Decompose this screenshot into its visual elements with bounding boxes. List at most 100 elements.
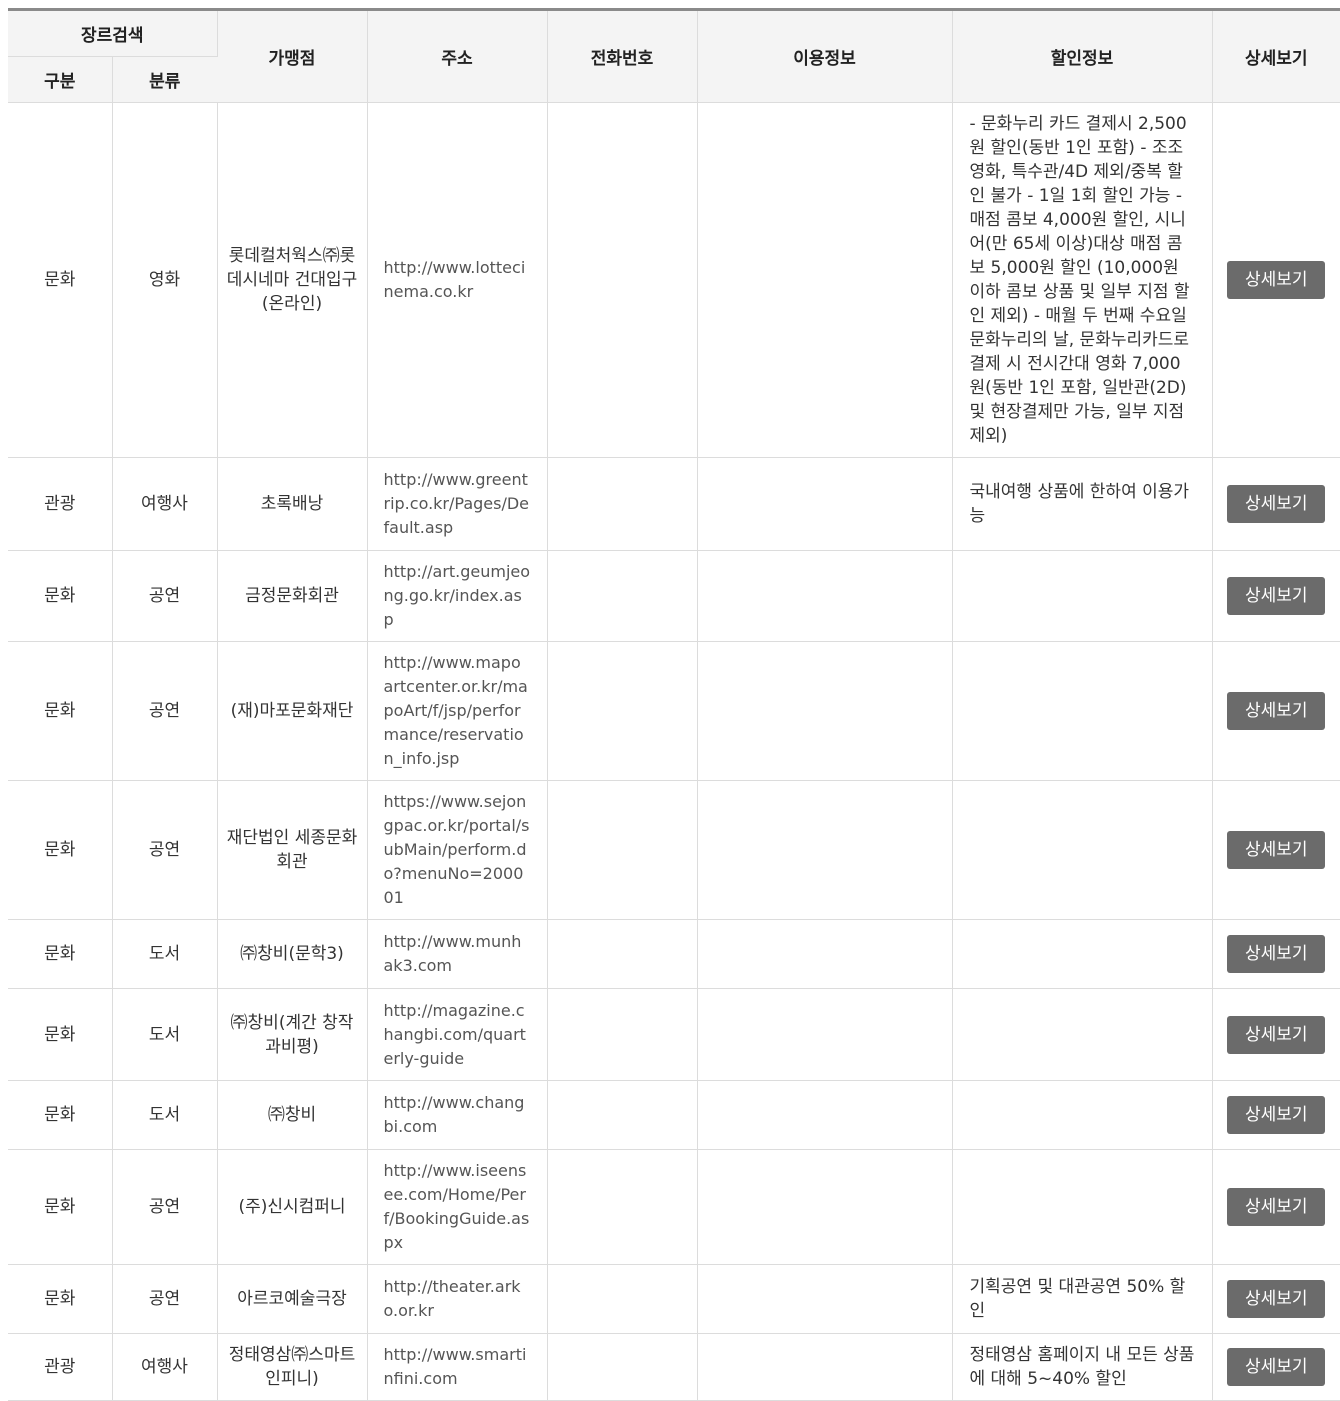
row-store-name: ㈜창비(문학3) xyxy=(217,919,368,989)
header-genre-search: 장르검색 xyxy=(8,9,218,57)
page-container: 장르검색 가맹점 주소 전화번호 이용정보 할인정보 상세보기 구분 분류 문화… xyxy=(0,0,1340,1401)
detail-button[interactable]: 상세보기 xyxy=(1227,1015,1326,1054)
row-usage-info xyxy=(697,102,953,458)
table-row: 문화 공연 금정문화회관 http://art.geumjeong.go.kr/ind… xyxy=(8,550,1340,642)
row-classification: 도서 xyxy=(112,1080,218,1150)
table-row: 관광 여행사 정태영삼㈜스마트인피니) http://www.smartinfini.… xyxy=(8,1333,1340,1401)
header-category: 구분 xyxy=(8,56,113,103)
row-category: 관광 xyxy=(8,457,113,551)
table-header: 장르검색 가맹점 주소 전화번호 이용정보 할인정보 상세보기 구분 분류 xyxy=(8,9,1340,103)
row-usage-info xyxy=(697,550,953,642)
row-discount-info: - 문화누리 카드 결제시 2,500원 할인(동반 1인 포함) - 조조영화… xyxy=(952,102,1213,458)
table-row: 관광 여행사 초록배낭 http://www.greentrip.co.kr/Page… xyxy=(8,457,1340,551)
row-detail-cell: 상세보기 xyxy=(1212,1264,1340,1334)
detail-button[interactable]: 상세보기 xyxy=(1227,1188,1326,1226)
row-store-name: ㈜창비(계간 창작과비평) xyxy=(217,988,368,1081)
row-detail-cell: 상세보기 xyxy=(1212,641,1340,781)
row-phone xyxy=(547,550,698,642)
header-discount-info: 할인정보 xyxy=(952,9,1213,103)
row-discount-info xyxy=(952,641,1213,781)
row-detail-cell: 상세보기 xyxy=(1212,988,1340,1081)
row-discount-info xyxy=(952,988,1213,1081)
row-classification: 공연 xyxy=(112,550,218,642)
row-phone xyxy=(547,1264,698,1334)
table-row: 문화 도서 ㈜창비(계간 창작과비평) http://magazine.changbi… xyxy=(8,988,1340,1081)
row-detail-cell: 상세보기 xyxy=(1212,780,1340,920)
row-detail-cell: 상세보기 xyxy=(1212,919,1340,989)
row-discount-info: 정태영삼 홈페이지 내 모든 상품에 대해 5~40% 할인 xyxy=(952,1333,1213,1401)
detail-button[interactable]: 상세보기 xyxy=(1227,485,1326,523)
row-phone xyxy=(547,780,698,920)
detail-button[interactable]: 상세보기 xyxy=(1227,1096,1326,1134)
row-detail-cell: 상세보기 xyxy=(1212,457,1340,551)
row-store-name: 롯데컬처웍스㈜롯데시네마 건대입구(온라인) xyxy=(217,102,368,458)
table-row: 문화 도서 ㈜창비 http://www.changbi.com 상세보기 xyxy=(8,1080,1340,1150)
row-classification: 공연 xyxy=(112,1264,218,1334)
row-phone xyxy=(547,457,698,551)
table-row: 문화 공연 아르코예술극장 http://theater.arko.or.kr 기획공연… xyxy=(8,1264,1340,1334)
row-phone xyxy=(547,919,698,989)
row-detail-cell: 상세보기 xyxy=(1212,102,1340,458)
row-category: 문화 xyxy=(8,1264,113,1334)
table-row: 문화 공연 재단법인 세종문화회관 https://www.sejongpac.or.… xyxy=(8,780,1340,920)
row-category: 문화 xyxy=(8,550,113,642)
header-detail: 상세보기 xyxy=(1212,9,1340,103)
row-address-url: http://theater.arko.or.kr xyxy=(367,1264,548,1334)
table-row: 문화 도서 ㈜창비(문학3) http://www.munhak3.com 상세보기 xyxy=(8,919,1340,989)
row-store-name: 재단법인 세종문화회관 xyxy=(217,780,368,920)
table-body: 문화 영화 롯데컬처웍스㈜롯데시네마 건대입구(온라인) http://www.lot… xyxy=(8,102,1340,1401)
header-classification: 분류 xyxy=(112,56,217,103)
row-usage-info xyxy=(697,1264,953,1334)
row-usage-info xyxy=(697,780,953,920)
row-store-name: 아르코예술극장 xyxy=(217,1264,368,1334)
row-usage-info xyxy=(697,1080,953,1150)
row-phone xyxy=(547,1080,698,1150)
detail-button[interactable]: 상세보기 xyxy=(1227,577,1326,615)
row-store-name: ㈜창비 xyxy=(217,1080,368,1150)
detail-button[interactable]: 상세보기 xyxy=(1227,1280,1326,1318)
row-discount-info xyxy=(952,1080,1213,1150)
row-discount-info: 국내여행 상품에 한하여 이용가능 xyxy=(952,457,1213,551)
row-classification: 공연 xyxy=(112,641,218,781)
detail-button[interactable]: 상세보기 xyxy=(1227,831,1326,869)
detail-button[interactable]: 상세보기 xyxy=(1227,261,1326,299)
header-address: 주소 xyxy=(367,9,548,103)
row-usage-info xyxy=(697,1149,953,1265)
row-classification: 영화 xyxy=(112,102,218,458)
row-address-url: http://www.iseensee.com/Home/Perf/Bookin… xyxy=(367,1149,548,1265)
detail-button[interactable]: 상세보기 xyxy=(1227,935,1326,973)
row-address-url: http://www.smartinfini.com xyxy=(367,1333,548,1401)
row-classification: 여행사 xyxy=(112,1333,218,1401)
row-category: 문화 xyxy=(8,102,113,458)
row-discount-info xyxy=(952,550,1213,642)
table-row: 문화 공연 (재)마포문화재단 http://www.mapoartcenter.or… xyxy=(8,641,1340,781)
row-usage-info xyxy=(697,457,953,551)
detail-button[interactable]: 상세보기 xyxy=(1227,1348,1326,1386)
row-classification: 여행사 xyxy=(112,457,218,551)
row-discount-info xyxy=(952,919,1213,989)
row-discount-info xyxy=(952,1149,1213,1265)
row-store-name: (재)마포문화재단 xyxy=(217,641,368,781)
row-classification: 도서 xyxy=(112,919,218,989)
row-category: 문화 xyxy=(8,1080,113,1150)
row-address-url: https://www.sejongpac.or.kr/portal/subMa… xyxy=(367,780,548,920)
row-classification: 공연 xyxy=(112,1149,218,1265)
row-usage-info xyxy=(697,988,953,1081)
row-address-url: http://www.changbi.com xyxy=(367,1080,548,1150)
row-detail-cell: 상세보기 xyxy=(1212,1080,1340,1150)
detail-button[interactable]: 상세보기 xyxy=(1227,692,1326,730)
header-store: 가맹점 xyxy=(217,9,368,103)
row-usage-info xyxy=(697,919,953,989)
row-address-url: http://art.geumjeong.go.kr/index.asp xyxy=(367,550,548,642)
row-address-url: http://www.greentrip.co.kr/Pages/Default… xyxy=(367,457,548,551)
row-phone xyxy=(547,988,698,1081)
row-discount-info xyxy=(952,780,1213,920)
table-row: 문화 공연 (주)신시컴퍼니 http://www.iseensee.com/Home… xyxy=(8,1149,1340,1265)
row-phone xyxy=(547,1149,698,1265)
header-usage-info: 이용정보 xyxy=(697,9,953,103)
row-store-name: 금정문화회관 xyxy=(217,550,368,642)
row-phone xyxy=(547,1333,698,1401)
row-address-url: http://magazine.changbi.com/quarterly-gu… xyxy=(367,988,548,1081)
row-address-url: http://www.mapoartcenter.or.kr/mapoArt/f… xyxy=(367,641,548,781)
header-phone: 전화번호 xyxy=(547,9,698,103)
